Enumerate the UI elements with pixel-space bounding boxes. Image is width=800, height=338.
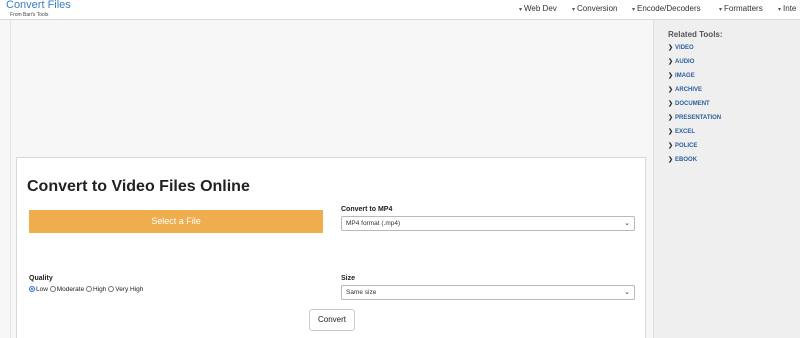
select-file-button[interactable]: Select a File: [29, 210, 323, 233]
sidebar-item-ebook[interactable]: ❯ EBOOK: [668, 156, 697, 163]
quality-label: Quality: [29, 275, 53, 282]
quality-radio-very-high[interactable]: [108, 286, 115, 292]
chevron-right-icon: ❯: [668, 101, 674, 107]
brand-title[interactable]: Convert Files: [6, 0, 71, 11]
sidebar-item-label: VIDEO: [675, 45, 694, 51]
nav-label: Inte: [783, 4, 797, 13]
caret-down-icon: ▾: [719, 7, 723, 13]
caret-down-icon: ▾: [519, 7, 523, 13]
caret-down-icon: ▾: [778, 7, 782, 13]
sidebar-item-archive[interactable]: ❯ ARCHIVE: [668, 86, 702, 93]
sidebar-item-document[interactable]: ❯ DOCUMENT: [668, 100, 710, 107]
sidebar-title: Related Tools:: [668, 30, 723, 39]
nav-label: Encode/Decoders: [637, 4, 701, 13]
quality-option-label: Moderate: [56, 286, 85, 293]
chevron-right-icon: ❯: [668, 59, 674, 65]
nav-conversion[interactable]: ▾ Conversion: [572, 4, 617, 13]
sidebar-item-label: PRESENTATION: [675, 115, 722, 121]
top-navbar: Convert Files From Bari's Tools ▾ Web Dev…: [0, 0, 800, 20]
chevron-right-icon: ❯: [668, 129, 674, 135]
nav-formatters[interactable]: ▾ Formatters: [719, 4, 763, 13]
caret-down-icon: ▾: [632, 7, 636, 13]
sidebar-item-label: AUDIO: [675, 59, 695, 65]
size-select-value: Same size: [346, 289, 377, 296]
sidebar-item-presentation[interactable]: ❯ PRESENTATION: [668, 114, 721, 121]
nav-label: Formatters: [724, 4, 763, 13]
nav-encode-decoders[interactable]: ▾ Encode/Decoders: [632, 4, 701, 13]
chevron-right-icon: ❯: [668, 87, 674, 93]
chevron-right-icon: ❯: [668, 143, 674, 149]
chevron-right-icon: ❯: [668, 45, 674, 51]
convert-to-label: Convert to MP4: [341, 206, 393, 213]
brand-logo[interactable]: Convert Files From Bari's Tools: [6, 0, 71, 18]
chevron-down-icon: ⌄: [624, 220, 630, 227]
size-label: Size: [341, 275, 356, 282]
sidebar-item-label: EBOOK: [675, 157, 698, 163]
sidebar-item-label: POLICE: [675, 143, 698, 149]
sidebar-item-image[interactable]: ❯ IMAGE: [668, 72, 695, 79]
sidebar-item-excel[interactable]: ❯ EXCEL: [668, 128, 695, 135]
sidebar-item-label: IMAGE: [675, 73, 695, 79]
nav-inte[interactable]: ▾ Inte: [778, 4, 796, 13]
quality-option-label: High: [93, 286, 107, 293]
sidebar-item-label: EXCEL: [675, 129, 696, 135]
sidebar-item-label: DOCUMENT: [675, 101, 710, 107]
quality-radio-high[interactable]: [86, 286, 93, 292]
sidebar-item-label: ARCHIVE: [675, 87, 703, 93]
chevron-down-icon: ⌄: [624, 289, 630, 296]
nav-label: Conversion: [577, 4, 618, 13]
quality-radio-group: Low Moderate High Very High: [29, 286, 143, 293]
caret-down-icon: ▾: [572, 7, 576, 13]
related-tools-sidebar: Related Tools: ❯ VIDEO ❯ AUDIO ❯ IMAGE ❯ ARC…: [653, 20, 800, 338]
quality-option-label: Very High: [115, 286, 144, 293]
chevron-right-icon: ❯: [668, 115, 674, 121]
nav-label: Web Dev: [524, 4, 557, 13]
format-select[interactable]: MP4 format (.mp4) ⌄: [341, 216, 635, 231]
nav-web-dev[interactable]: ▾ Web Dev: [519, 4, 557, 13]
chevron-right-icon: ❯: [668, 73, 674, 79]
quality-option-label: Low: [36, 286, 48, 293]
sidebar-item-audio[interactable]: ❯ AUDIO: [668, 58, 694, 65]
convert-button[interactable]: Convert: [309, 309, 355, 331]
quality-radio-low[interactable]: [29, 286, 35, 292]
format-select-value: MP4 format (.mp4): [346, 220, 401, 227]
brand-subtitle: From Bari's Tools: [10, 12, 49, 18]
quality-radio-moderate[interactable]: [49, 286, 56, 292]
page-title: Convert to Video Files Online: [27, 178, 250, 195]
content-border: [10, 20, 11, 338]
sidebar-item-video[interactable]: ❯ VIDEO: [668, 44, 694, 51]
chevron-right-icon: ❯: [668, 157, 674, 163]
sidebar-item-police[interactable]: ❯ POLICE: [668, 142, 697, 149]
size-select[interactable]: Same size ⌄: [341, 285, 635, 300]
converter-card: Convert to Video Files Online Select a F…: [16, 157, 646, 338]
